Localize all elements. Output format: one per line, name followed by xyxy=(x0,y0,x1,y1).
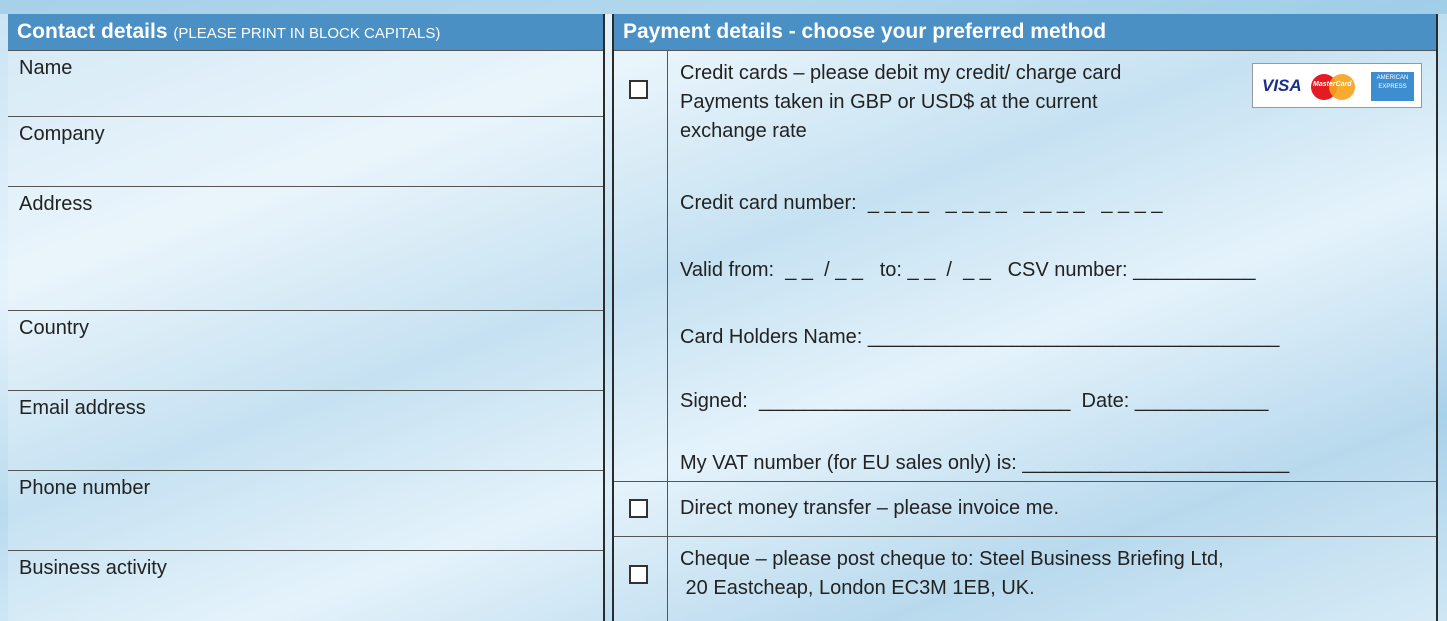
money-transfer-option: Direct money transfer – please invoice m… xyxy=(614,481,1436,536)
contact-details-subtitle: (PLEASE PRINT IN BLOCK CAPITALS) xyxy=(173,25,441,42)
contact-details-title: Contact details xyxy=(17,20,168,43)
cheque-checkbox[interactable] xyxy=(629,565,648,584)
amex-logo: AMERICAN EXPRESS xyxy=(1371,72,1414,101)
email-field[interactable]: Email address xyxy=(8,390,603,470)
cheque-option: Cheque – please post cheque to: Steel Bu… xyxy=(614,536,1436,621)
money-transfer-label: Direct money transfer – please invoice m… xyxy=(680,497,1060,519)
payment-details-title: Payment details - choose your preferred … xyxy=(623,20,1107,43)
amex-logo-line-2: EXPRESS xyxy=(1378,84,1407,90)
cheque-line-1: Cheque – please post cheque to: Steel Bu… xyxy=(680,548,1224,570)
credit-card-checkbox[interactable] xyxy=(629,80,648,99)
credit-card-line-1: Credit cards – please debit my credit/ c… xyxy=(680,62,1122,84)
card-holder-name-field[interactable]: Card Holders Name: _____________________… xyxy=(680,326,1279,349)
phone-label: Phone number xyxy=(19,477,151,499)
amex-logo-line-1: AMERICAN xyxy=(1376,75,1409,81)
credit-card-line-2: Payments taken in GBP or USD$ at the cur… xyxy=(680,91,1098,113)
business-activity-label: Business activity xyxy=(19,557,167,579)
address-field[interactable]: Address xyxy=(8,186,603,310)
company-field[interactable]: Company xyxy=(8,116,603,186)
name-label: Name xyxy=(19,57,73,79)
payment-details-panel: Payment details - choose your preferred … xyxy=(612,14,1438,621)
cheque-line-2: 20 Eastcheap, London EC3M 1EB, UK. xyxy=(680,577,1035,599)
vat-number-field[interactable]: My VAT number (for EU sales only) is: __… xyxy=(680,452,1289,475)
company-label: Company xyxy=(19,123,105,145)
credit-card-number-field[interactable]: Credit card number: _ _ _ _ _ _ _ _ _ _ … xyxy=(680,192,1163,215)
contact-details-header: Contact details (PLEASE PRINT IN BLOCK C… xyxy=(8,14,603,50)
contact-details-panel: Contact details (PLEASE PRINT IN BLOCK C… xyxy=(8,14,605,621)
email-label: Email address xyxy=(19,397,146,419)
phone-field[interactable]: Phone number xyxy=(8,470,603,550)
card-logos: VISA MasterCard AMERICAN EXPRESS xyxy=(1252,63,1422,108)
credit-card-line-3: exchange rate xyxy=(680,120,807,142)
visa-logo: VISA xyxy=(1262,76,1302,95)
payment-details-header: Payment details - choose your preferred … xyxy=(614,14,1436,50)
credit-card-option: Credit cards – please debit my credit/ c… xyxy=(614,50,1436,481)
country-label: Country xyxy=(19,317,90,339)
signature-date-field[interactable]: Signed: ____________________________ Dat… xyxy=(680,390,1268,413)
name-field[interactable]: Name xyxy=(8,50,603,116)
country-field[interactable]: Country xyxy=(8,310,603,390)
mastercard-logo-text: MasterCard xyxy=(1313,81,1352,88)
business-activity-field[interactable]: Business activity xyxy=(8,550,603,621)
address-label: Address xyxy=(19,193,93,215)
credit-card-checkbox-cell xyxy=(614,51,668,481)
money-transfer-checkbox-cell xyxy=(614,482,668,536)
cheque-checkbox-cell xyxy=(614,537,668,621)
valid-dates-csv-field[interactable]: Valid from: _ _ / _ _ to: _ _ / _ _ CSV … xyxy=(680,259,1256,282)
top-decorative-strip xyxy=(0,0,1447,14)
money-transfer-checkbox[interactable] xyxy=(629,499,648,518)
